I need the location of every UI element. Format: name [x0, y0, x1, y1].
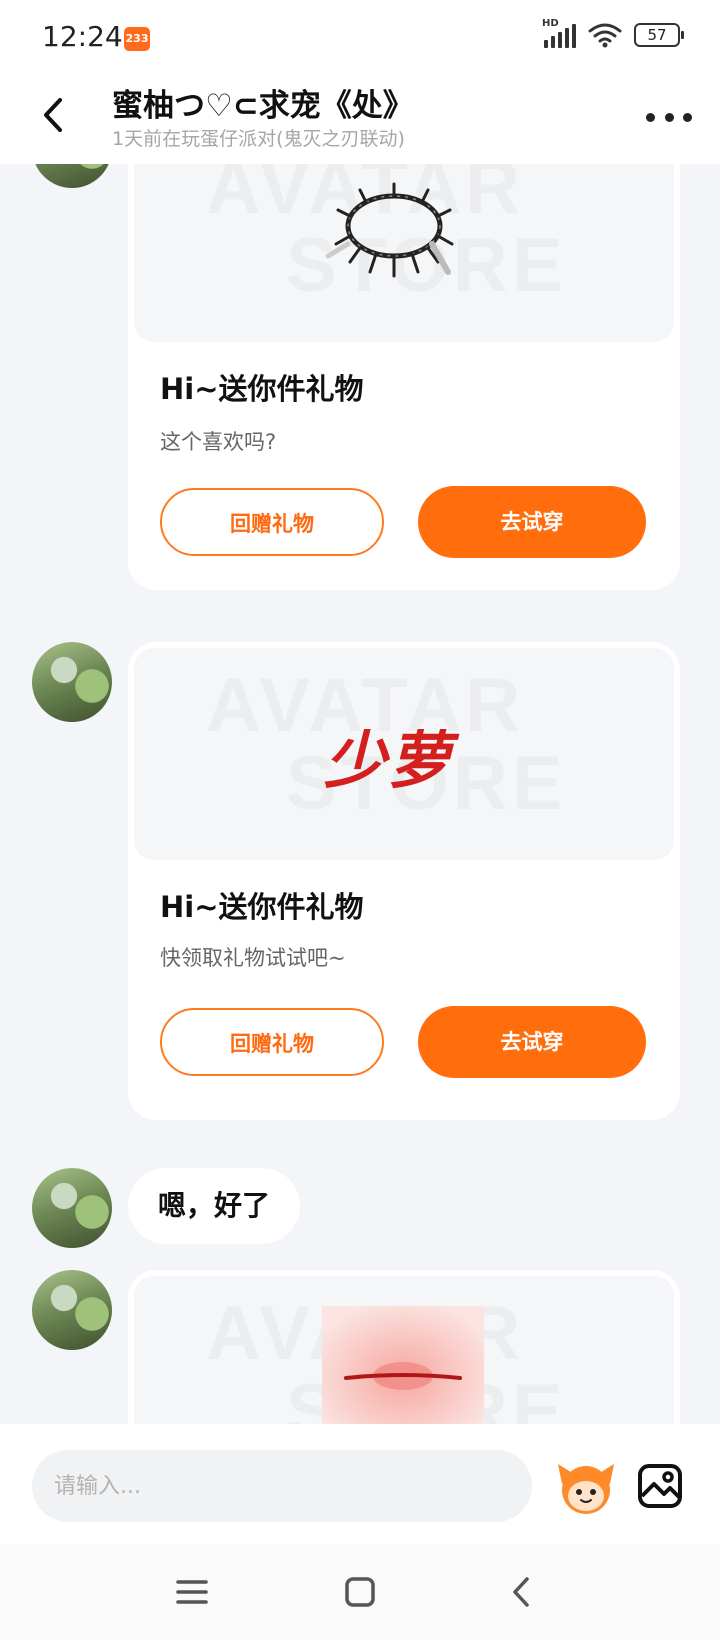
- hd-label: HD: [542, 18, 559, 29]
- return-gift-button[interactable]: 回赠礼物: [160, 488, 384, 556]
- try-on-button[interactable]: 去试穿: [418, 1006, 646, 1078]
- return-gift-button[interactable]: 回赠礼物: [160, 1008, 384, 1076]
- home-icon[interactable]: [340, 1572, 380, 1612]
- gift-card: AVATAR STORE: [128, 1270, 680, 1424]
- calligraphy-item: 少萝: [324, 724, 453, 797]
- sender-avatar[interactable]: [32, 1168, 112, 1248]
- back-button[interactable]: [30, 90, 80, 140]
- gift-subtitle: 这个喜欢吗?: [160, 430, 277, 454]
- status-icons: HD 57: [542, 18, 684, 48]
- image-icon[interactable]: [636, 1462, 684, 1510]
- sender-avatar[interactable]: [32, 1270, 112, 1350]
- sender-avatar[interactable]: [32, 642, 112, 722]
- try-on-button[interactable]: 去试穿: [418, 486, 646, 558]
- lips-item-icon: [322, 1306, 484, 1424]
- status-bar: 12:24 233 HD 57: [0, 0, 720, 78]
- gift-subtitle: 快领取礼物试试吧~: [160, 946, 346, 970]
- message-input[interactable]: [32, 1450, 532, 1522]
- gift-item-preview[interactable]: AVATAR STORE 少萝: [134, 648, 674, 860]
- gift-item-preview[interactable]: AVATAR STORE: [134, 1276, 674, 1424]
- chat-subtitle: 1天前在玩蛋仔派对(鬼灭之刃联动): [112, 128, 405, 150]
- chat-title: 蜜柚つ♡⊂求宠《处》: [112, 88, 414, 124]
- chat-area[interactable]: AVATAR STORE Hi~送你件礼物 这个喜欢吗? 回赠礼物 去试穿: [0, 164, 720, 1424]
- text-message: 嗯，好了: [128, 1168, 301, 1244]
- status-time: 12:24: [42, 20, 123, 53]
- gift-card: AVATAR STORE Hi~送你件礼物 这个喜欢吗? 回赠礼物 去试穿: [128, 164, 680, 590]
- system-nav-bar: [0, 1544, 720, 1640]
- input-bar: [0, 1424, 720, 1544]
- menu-icon[interactable]: [172, 1572, 212, 1612]
- chat-header: 蜜柚つ♡⊂求宠《处》 1天前在玩蛋仔派对(鬼灭之刃联动): [0, 78, 720, 164]
- sender-avatar[interactable]: [32, 164, 112, 188]
- back-nav-icon[interactable]: [502, 1572, 542, 1612]
- gift-title: Hi~送你件礼物: [160, 890, 364, 924]
- wifi-icon: [588, 23, 622, 48]
- battery-icon: 57: [634, 23, 684, 47]
- gift-card: AVATAR STORE 少萝 Hi~送你件礼物 快领取礼物试试吧~ 回赠礼物 …: [128, 642, 680, 1120]
- gift-item-preview[interactable]: AVATAR STORE: [134, 164, 674, 342]
- signal-icon: HD: [542, 18, 576, 48]
- necklace-item-icon: [325, 182, 454, 278]
- mascot-emoji-button[interactable]: [554, 1454, 618, 1518]
- app-badge-icon: 233: [124, 27, 150, 51]
- more-options-button[interactable]: [646, 102, 692, 132]
- gift-title: Hi~送你件礼物: [160, 372, 364, 406]
